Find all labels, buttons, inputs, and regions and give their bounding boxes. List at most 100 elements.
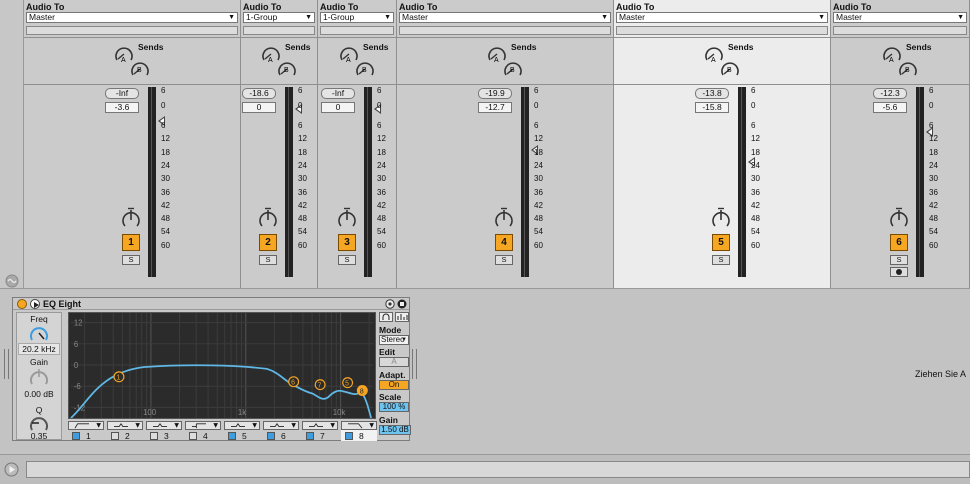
filter-type-select[interactable]: ▼: [185, 421, 221, 430]
solo-button[interactable]: S: [890, 255, 908, 265]
band-enable-toggle[interactable]: [72, 432, 80, 440]
band-node[interactable]: 5: [342, 377, 354, 389]
band-5[interactable]: ▼ 5: [224, 421, 260, 441]
filter-type-select[interactable]: ▼: [68, 421, 104, 430]
solo-button[interactable]: S: [259, 255, 277, 265]
audio-to-select[interactable]: 1-Group ▼: [320, 12, 394, 23]
pan-knob[interactable]: [258, 207, 278, 229]
band-7[interactable]: ▼ 7: [302, 421, 338, 441]
band-enable-toggle[interactable]: [345, 432, 353, 440]
output-channel-select[interactable]: [26, 26, 238, 35]
peak-level-display[interactable]: -19.9: [478, 88, 512, 99]
band-3[interactable]: ▼ 3: [146, 421, 182, 441]
adaptq-toggle[interactable]: On: [379, 380, 409, 390]
gain-value[interactable]: 0.00 dB: [17, 389, 61, 399]
track-activator-button[interactable]: 6: [890, 234, 908, 251]
solo-button[interactable]: S: [712, 255, 730, 265]
audio-to-select[interactable]: Master ▼: [833, 12, 967, 23]
q-knob[interactable]: [28, 414, 50, 432]
peak-level-display[interactable]: -Inf: [321, 88, 355, 99]
band-node[interactable]: 1: [113, 371, 125, 383]
send-b-knob[interactable]: B: [719, 58, 741, 80]
pan-knob[interactable]: [121, 207, 141, 229]
q-value[interactable]: 0.35: [17, 431, 61, 441]
device-play-icon[interactable]: [30, 299, 40, 309]
scale-value[interactable]: 100 %: [379, 402, 409, 412]
device-resize-handle[interactable]: [412, 349, 417, 379]
send-b-knob[interactable]: B: [354, 58, 376, 80]
device-save-icon[interactable]: [397, 299, 407, 309]
band-6[interactable]: ▼ 6: [263, 421, 299, 441]
audio-to-select[interactable]: Master ▼: [26, 12, 238, 23]
headphone-icon[interactable]: [379, 312, 393, 322]
output-channel-select[interactable]: [243, 26, 315, 35]
device-title-bar[interactable]: EQ Eight: [13, 298, 409, 310]
track-strip[interactable]: Audio To Master ▼ A B Sends -Inf -3.6 6 …: [24, 0, 241, 288]
track-strip[interactable]: Audio To Master ▼ A B Sends -19.9 -12.7: [397, 0, 614, 288]
track-strip[interactable]: Audio To 1-Group ▼ A B Sends -Inf 0 6 0 …: [318, 0, 397, 288]
mode-select[interactable]: Stereo ▼: [379, 335, 409, 345]
chain-resize-handle[interactable]: [4, 349, 9, 379]
band-node[interactable]: 7: [314, 379, 326, 391]
peak-level-display[interactable]: -13.8: [695, 88, 729, 99]
output-channel-select[interactable]: [833, 26, 967, 35]
volume-value[interactable]: -3.6: [105, 102, 139, 113]
band-enable-toggle[interactable]: [150, 432, 158, 440]
device-activator-icon[interactable]: [17, 299, 27, 309]
pan-knob[interactable]: [711, 207, 731, 229]
gain-knob[interactable]: [28, 367, 50, 387]
device-settings-icon[interactable]: [385, 299, 395, 309]
band-node[interactable]: 8: [356, 385, 368, 397]
solo-button[interactable]: S: [122, 255, 140, 265]
output-channel-select[interactable]: [399, 26, 611, 35]
band-2[interactable]: ▼ 2: [107, 421, 143, 441]
volume-value[interactable]: -12.7: [478, 102, 512, 113]
filter-type-select[interactable]: ▼: [302, 421, 338, 430]
track-activator-button[interactable]: 3: [338, 234, 356, 251]
volume-value[interactable]: -15.8: [695, 102, 729, 113]
track-activator-button[interactable]: 1: [122, 234, 140, 251]
send-b-knob[interactable]: B: [502, 58, 524, 80]
filter-type-select[interactable]: ▼: [146, 421, 182, 430]
band-4[interactable]: ▼ 4: [185, 421, 221, 441]
audio-to-select[interactable]: Master ▼: [399, 12, 611, 23]
band-enable-toggle[interactable]: [228, 432, 236, 440]
peak-level-display[interactable]: -Inf: [105, 88, 139, 99]
peak-level-display[interactable]: -12.3: [873, 88, 907, 99]
pan-knob[interactable]: [337, 207, 357, 229]
track-activator-button[interactable]: 2: [259, 234, 277, 251]
filter-type-select[interactable]: ▼: [107, 421, 143, 430]
band-enable-toggle[interactable]: [267, 432, 275, 440]
volume-value[interactable]: 0: [321, 102, 355, 113]
play-status-icon[interactable]: [4, 462, 19, 477]
audio-to-select[interactable]: 1-Group ▼: [243, 12, 315, 23]
output-channel-select[interactable]: [320, 26, 394, 35]
band-1[interactable]: ▼ 1: [68, 421, 104, 441]
band-enable-toggle[interactable]: [306, 432, 314, 440]
spectrum-icon[interactable]: [395, 312, 409, 322]
collapse-icon[interactable]: [5, 274, 19, 288]
edit-toggle[interactable]: A: [379, 357, 409, 367]
band-enable-toggle[interactable]: [189, 432, 197, 440]
band-8[interactable]: ▼ 8: [341, 421, 377, 441]
solo-button[interactable]: S: [495, 255, 513, 265]
track-activator-button[interactable]: 4: [495, 234, 513, 251]
freq-value[interactable]: 20.2 kHz: [18, 343, 60, 355]
band-enable-toggle[interactable]: [111, 432, 119, 440]
volume-value[interactable]: -5.6: [873, 102, 907, 113]
send-b-knob[interactable]: B: [897, 58, 919, 80]
output-channel-select[interactable]: [616, 26, 828, 35]
cue-icon[interactable]: [890, 267, 908, 277]
pan-knob[interactable]: [889, 207, 909, 229]
send-b-knob[interactable]: B: [129, 58, 151, 80]
audio-to-select[interactable]: Master ▼: [616, 12, 828, 23]
freq-knob[interactable]: [28, 323, 50, 343]
volume-value[interactable]: 0: [242, 102, 276, 113]
track-activator-button[interactable]: 5: [712, 234, 730, 251]
track-strip[interactable]: Audio To 1-Group ▼ A B Sends -18.6 0 6 0…: [241, 0, 318, 288]
solo-button[interactable]: S: [338, 255, 356, 265]
eq-frequency-display[interactable]: 1260-6-12100 1k 10k16 7 58: [68, 312, 376, 419]
track-strip[interactable]: Audio To Master ▼ A B Sends -12.3 -5.6 6…: [831, 0, 970, 288]
filter-type-select[interactable]: ▼: [341, 421, 377, 430]
peak-level-display[interactable]: -18.6: [242, 88, 276, 99]
